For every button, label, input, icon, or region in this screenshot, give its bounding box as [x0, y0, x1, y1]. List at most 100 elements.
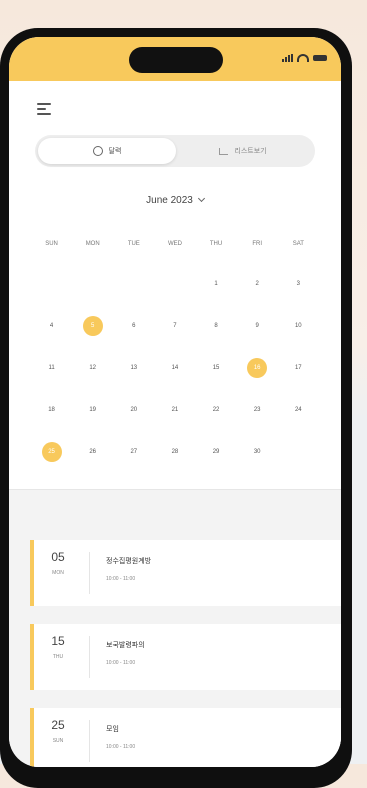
day-number: 11	[48, 365, 55, 371]
toggle-list-view[interactable]: 리스트보기	[174, 138, 312, 164]
event-time: 10:00 - 11:00	[106, 576, 136, 582]
calendar-day[interactable]: 16	[237, 347, 278, 389]
calendar-day[interactable]: 15	[196, 347, 237, 389]
day-number: 23	[253, 407, 261, 413]
day-number: 2	[255, 281, 259, 287]
day-number: 20	[130, 407, 138, 413]
calendar-day[interactable]: 1	[196, 263, 237, 305]
weekday-label: SAT	[292, 241, 304, 247]
status-icons	[282, 54, 327, 62]
toggle-calendar-view[interactable]: 달력	[38, 138, 176, 164]
month-selector[interactable]: June 2023	[9, 194, 341, 206]
event-card[interactable]: 05 MON 정수집평원계방 10:00 - 11:00	[30, 540, 341, 606]
calendar-day[interactable]: 11	[31, 347, 72, 389]
calendar-day[interactable]: 3	[278, 263, 319, 305]
calendar-day[interactable]: 8	[196, 305, 237, 347]
event-title: 모임	[106, 726, 119, 733]
calendar-week: 1 2 3	[31, 263, 319, 305]
calendar-day[interactable]: 22	[196, 389, 237, 431]
weekday-label: TUE	[127, 241, 140, 247]
signal-icon	[282, 54, 293, 62]
calendar-day[interactable]: 7	[154, 305, 195, 347]
calendar-day[interactable]: 24	[278, 389, 319, 431]
battery-icon	[313, 55, 327, 61]
event-day: 05	[51, 550, 65, 564]
day-number: 1	[214, 281, 218, 287]
day-number: 9	[255, 323, 259, 329]
calendar-day[interactable]: 13	[113, 347, 154, 389]
day-number: 30	[253, 449, 261, 455]
weekday-label: MON	[85, 241, 100, 247]
toggle-list-label: 리스트보기	[234, 148, 267, 155]
event-separator	[89, 636, 90, 678]
calendar-day[interactable]: 26	[72, 431, 113, 473]
day-number: 22	[212, 407, 220, 413]
calendar-day[interactable]: 14	[154, 347, 195, 389]
calendar-week: 18 19 20 21 22 23 24	[31, 389, 319, 431]
event-day: 15	[51, 634, 65, 648]
day-number: 14	[171, 365, 179, 371]
day-number: 18	[48, 407, 55, 413]
day-number: 4	[49, 323, 54, 329]
calendar-day[interactable]: 5	[72, 305, 113, 347]
day-number: 19	[89, 407, 97, 413]
calendar-week: 11 12 13 14 15 16 17	[31, 347, 319, 389]
event-date: 25 SUN	[44, 718, 72, 744]
status-bar	[9, 37, 341, 81]
event-title: 정수집평원계방	[106, 558, 152, 565]
calendar-day[interactable]: 28	[154, 431, 195, 473]
calendar-day[interactable]: 19	[72, 389, 113, 431]
event-card[interactable]: 25 SUN 모임 10:00 - 11:00	[30, 708, 341, 767]
event-date: 05 MON	[44, 550, 72, 576]
dynamic-island	[129, 47, 223, 73]
toggle-calendar-label: 달력	[108, 148, 122, 155]
day-number: 7	[173, 323, 177, 329]
calendar-day[interactable]: 9	[237, 305, 278, 347]
event-weekday: MON	[52, 570, 64, 576]
event-time: 10:00 - 11:00	[106, 660, 136, 666]
calendar-week: 25 26 27 28 29 30	[31, 431, 319, 473]
calendar-day[interactable]: 17	[278, 347, 319, 389]
calendar-day[interactable]: 18	[31, 389, 72, 431]
calendar-day	[154, 263, 195, 305]
calendar-day[interactable]: 2	[237, 263, 278, 305]
day-number: 21	[171, 407, 179, 413]
day-number: 12	[89, 365, 97, 371]
calendar-week: 4 5 6 7 8 9 10	[31, 305, 319, 347]
event-separator	[89, 552, 90, 594]
calendar-day[interactable]: 21	[154, 389, 195, 431]
weekday-label: WED	[167, 241, 182, 247]
phone-frame: 달력 리스트보기 June 2023 SUN MON TUE WED THU FRI SAT…	[0, 28, 352, 788]
calendar-day[interactable]: 29	[196, 431, 237, 473]
calendar-day[interactable]: 23	[237, 389, 278, 431]
calendar-grid: 1 2 3 4 5 6 7 8 9 10 11 12 13 14 15 16 17 18 19 20 21 22 23 24 2…	[31, 263, 319, 473]
day-number: 25	[48, 449, 55, 455]
event-card[interactable]: 15 THU 보국발령파의 10:00 - 11:00	[30, 624, 341, 690]
calendar-day	[31, 263, 72, 305]
event-time: 10:00 - 11:00	[106, 744, 136, 750]
view-toggle: 달력 리스트보기	[35, 135, 315, 167]
weekday-header: SUN MON TUE WED THU FRI SAT	[31, 241, 319, 247]
calendar-day[interactable]: 6	[113, 305, 154, 347]
day-number: 27	[130, 449, 138, 455]
calendar-day[interactable]: 30	[237, 431, 278, 473]
calendar-day	[278, 431, 319, 473]
calendar-day[interactable]: 27	[113, 431, 154, 473]
day-number: 26	[89, 449, 97, 455]
day-number: 8	[214, 323, 218, 329]
calendar-day	[113, 263, 154, 305]
day-number: 10	[294, 323, 302, 329]
calendar-day[interactable]: 25	[31, 431, 72, 473]
event-weekday: THU	[52, 654, 64, 660]
calendar-day[interactable]: 4	[31, 305, 72, 347]
weekday-label: FRI	[252, 241, 263, 247]
event-list: 05 MON 정수집평원계방 10:00 - 11:00 15 THU 보국발령파의 10:0…	[9, 490, 341, 767]
calendar-day[interactable]: 12	[72, 347, 113, 389]
menu-icon[interactable]	[37, 103, 51, 118]
calendar-day[interactable]: 20	[113, 389, 154, 431]
day-number: 28	[171, 449, 179, 455]
day-number: 15	[212, 365, 220, 371]
day-number: 6	[132, 323, 136, 329]
weekday-label: THU	[209, 241, 223, 247]
calendar-day[interactable]: 10	[278, 305, 319, 347]
